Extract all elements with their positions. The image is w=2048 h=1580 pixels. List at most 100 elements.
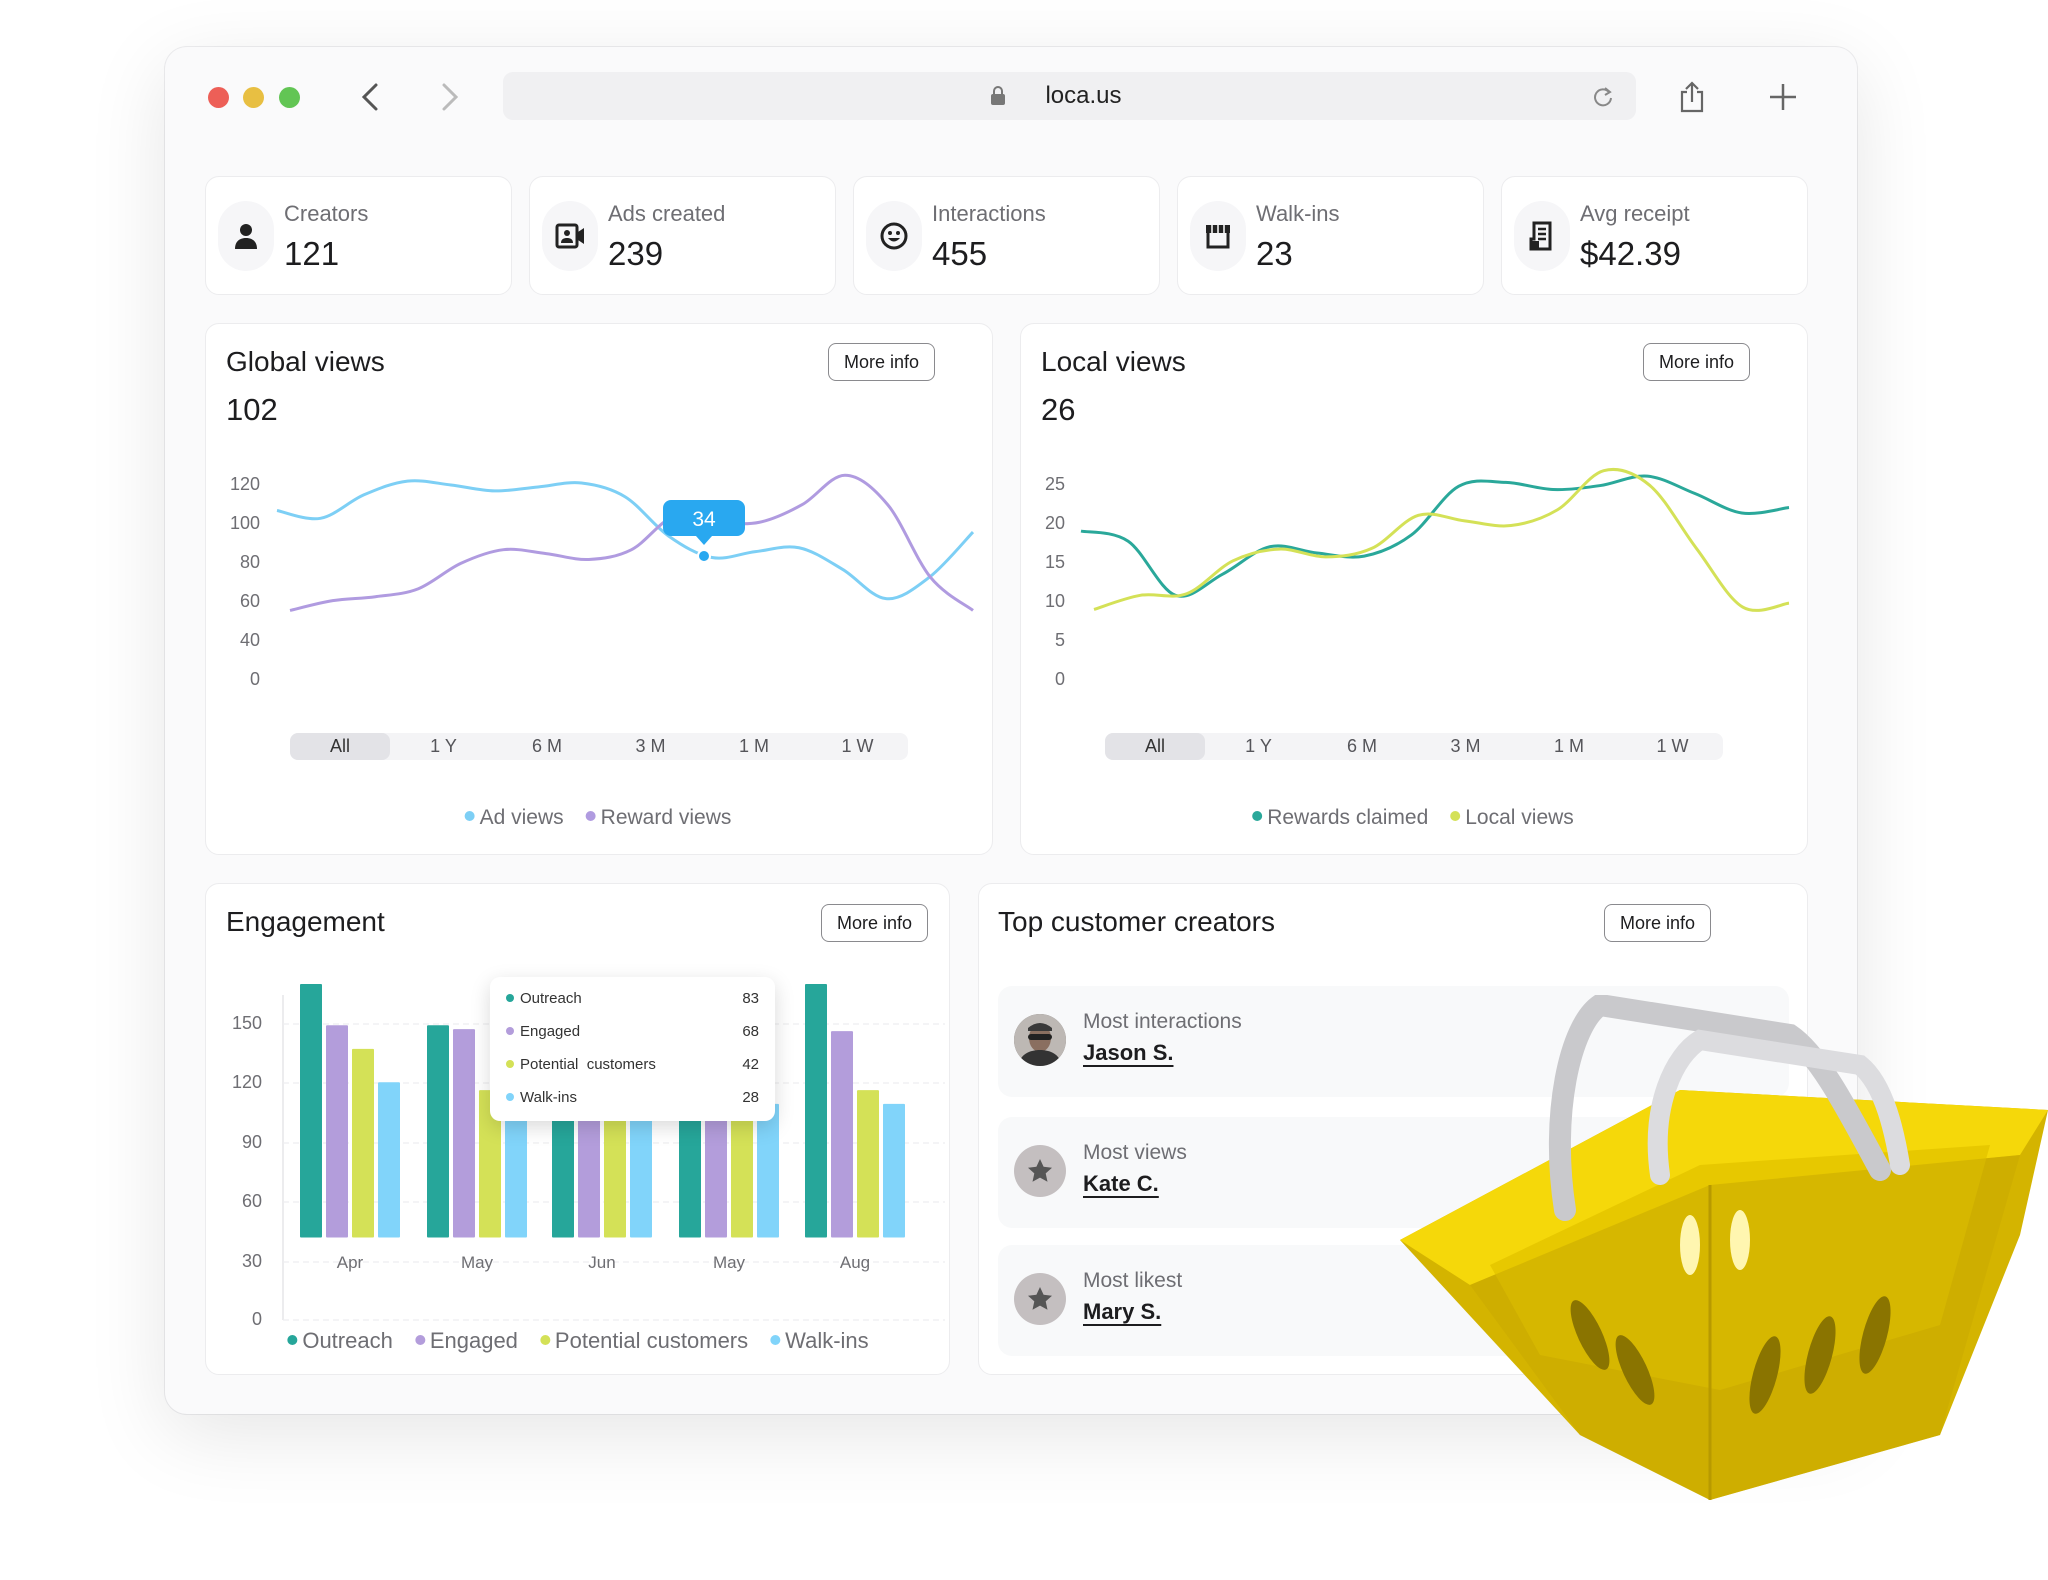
legend-label: Walk-ins [785,1328,869,1353]
legend-swatch [1450,811,1461,822]
bar-outreach [552,1107,574,1238]
bar-outreach [300,983,322,1238]
y-tick-label: 20 [1044,513,1065,533]
legend-label: Potential customers [554,1328,749,1353]
legend-label: Rewards claimed [1267,806,1429,829]
y-tick-label: 120 [231,1072,262,1092]
legend-swatch [539,1335,550,1346]
bar-walk-ins [378,1082,400,1238]
legend-swatch [585,811,596,822]
range-6m-button[interactable]: 6 M [497,733,597,760]
range-3m-button[interactable]: 3 M [601,733,701,760]
y-tick-label: 100 [229,513,260,533]
legend-label: Engaged [429,1328,518,1353]
y-tick-label: 40 [239,630,260,650]
bar-potential-customers [731,1107,753,1238]
bar-walk-ins [505,1103,527,1238]
range-1y-button[interactable]: 1 Y [1209,733,1309,760]
global-range-selector: All 1 Y6 M3 M1 M1 W [290,733,908,760]
line-series-ad-views [276,479,975,601]
bar-outreach [679,1107,701,1238]
y-tick-label: 25 [1044,474,1065,494]
legend-label: Local views [1465,806,1574,829]
y-tick-label: 5 [1054,630,1065,650]
tooltip-value: 68 [742,1022,759,1040]
legend-item[interactable]: Potential customers [539,1328,749,1354]
tooltip-pointer [696,536,712,545]
y-tick-label: 30 [241,1251,262,1271]
range-1m-button[interactable]: 1 M [704,733,804,760]
y-tick-label: 120 [229,474,260,494]
range-all-button[interactable]: All [290,733,390,760]
legend-item[interactable]: Engaged [414,1328,518,1354]
bar-engaged [831,1031,853,1238]
range-3m-button[interactable]: 3 M [1416,733,1516,760]
bar-engaged [326,1025,348,1238]
bar-walk-ins [883,1103,905,1238]
x-tick-label: May [461,1253,494,1272]
chart-legend: Rewards claimed Local views [1252,806,1574,830]
bar-potential-customers [857,1090,879,1238]
range-1w-button[interactable]: 1 W [808,733,908,760]
tooltip-label: Potential customers [520,1055,656,1073]
legend-swatch [414,1335,425,1346]
data-point-marker [697,549,711,563]
y-tick-label: 60 [241,1191,262,1211]
legend-item[interactable]: Local views [1450,806,1574,830]
range-6m-button[interactable]: 6 M [1312,733,1412,760]
legend-item[interactable]: Outreach [287,1328,393,1354]
range-1y-button[interactable]: 1 Y [394,733,494,760]
y-tick-label: 150 [231,1013,262,1033]
y-tick-label: 90 [241,1132,262,1152]
chart-legend: Ad views Reward views [464,806,731,830]
legend-item[interactable]: Rewards claimed [1252,806,1428,830]
y-tick-label: 0 [1054,669,1065,689]
y-tick-label: 10 [1044,591,1065,611]
bar-potential-customers [604,1107,626,1238]
x-tick-label: Jun [588,1253,615,1272]
y-tick-label: 0 [251,1309,262,1329]
legend-swatch [1252,811,1263,822]
local-range-selector: All 1 Y6 M3 M1 M1 W [1105,733,1723,760]
range-all-button[interactable]: All [1105,733,1205,760]
y-tick-label: 15 [1044,552,1065,572]
legend-swatch [287,1335,298,1346]
tooltip-value: 28 [742,1088,759,1106]
tooltip-label: Engaged [520,1022,581,1040]
data-point-tooltip-value: 34 [692,508,716,531]
tooltip-row-potential: Potential customers 42 [506,1054,759,1074]
tooltip-row-walkins: Walk-ins 28 [506,1087,759,1107]
tooltip-label: Walk-ins [520,1088,577,1106]
legend-item[interactable]: Ad views [464,806,564,830]
bar-walk-ins [757,1103,779,1238]
chart-legend: Outreach Engaged Potential customers Walk-i… [287,1328,869,1354]
y-tick-label: 60 [239,591,260,611]
line-series-rewards-claimed [1080,474,1790,598]
legend-label: Ad views [479,806,564,829]
bar-outreach [805,983,827,1238]
legend-swatch [464,811,475,822]
bar-walk-ins [630,1107,652,1238]
legend-swatch [770,1335,781,1346]
range-1m-button[interactable]: 1 M [1519,733,1619,760]
engagement-tooltip: Outreach 83 Engaged 68 Potential customers… [490,977,775,1121]
bar-engaged [453,1029,475,1238]
tooltip-row-engaged: Engaged 68 [506,1021,759,1041]
x-tick-label: Apr [337,1253,364,1272]
bar-potential-customers [352,1048,374,1238]
x-tick-label: May [713,1253,746,1272]
x-tick-label: Aug [840,1253,870,1272]
y-tick-label: 0 [249,669,260,689]
bar-engaged [705,1107,727,1238]
legend-item[interactable]: Walk-ins [770,1328,869,1354]
tooltip-row-outreach: Outreach 83 [506,988,759,1008]
shopping-basket-illustration [1400,995,2048,1500]
tooltip-value: 42 [742,1055,759,1073]
y-tick-label: 80 [239,552,260,572]
range-1w-button[interactable]: 1 W [1623,733,1723,760]
tooltip-label: Outreach [520,989,582,1007]
legend-item[interactable]: Reward views [585,806,731,830]
tooltip-value: 83 [742,989,759,1007]
legend-label: Outreach [302,1328,393,1353]
bar-outreach [427,1025,449,1238]
